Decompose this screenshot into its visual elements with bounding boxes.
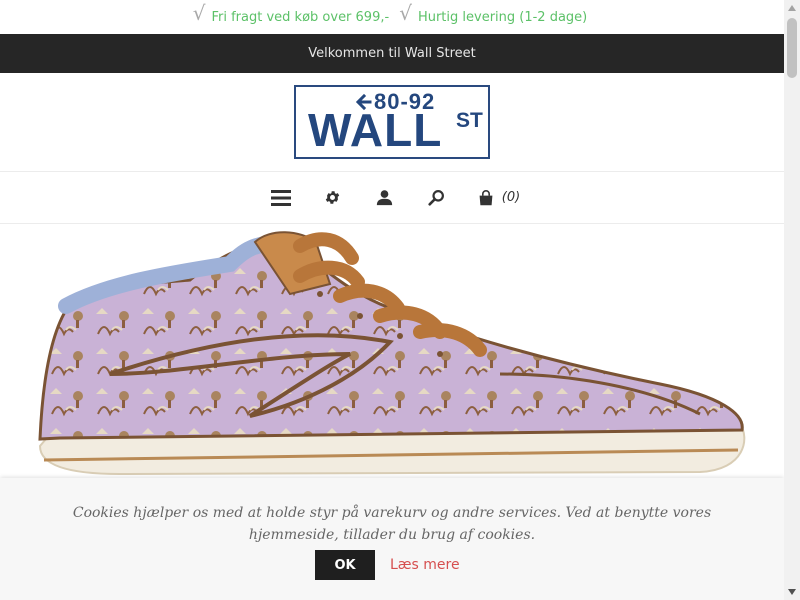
search-icon <box>428 190 445 206</box>
cookie-banner: Cookies hjælper os med at holde styr på … <box>0 478 784 600</box>
arrow-down-icon <box>788 589 796 595</box>
site-logo[interactable]: 80-92 WALL ST <box>294 85 490 159</box>
promo-fast-delivery: Hurtig levering (1-2 dage) <box>417 9 588 25</box>
welcome-bar: Velkommen til Wall Street <box>0 34 784 73</box>
search-button[interactable] <box>426 187 448 209</box>
hero-banner[interactable] <box>0 224 784 500</box>
menu-icon <box>270 189 291 206</box>
cart-count: (0) <box>501 190 521 205</box>
cookie-message: Cookies hjælper os med at holde styr på … <box>72 505 712 543</box>
check-icon: √ <box>192 1 206 25</box>
menu-button[interactable] <box>270 187 292 209</box>
settings-button[interactable] <box>322 187 344 209</box>
cart-button[interactable]: (0) <box>478 187 520 209</box>
scroll-thumb[interactable] <box>787 18 797 78</box>
header-logo-area: 80-92 WALL ST <box>0 73 784 172</box>
cookie-ok-button[interactable]: OK <box>315 550 375 580</box>
vertical-scrollbar[interactable] <box>784 0 800 600</box>
user-icon <box>377 190 393 206</box>
sneaker-image <box>38 231 746 476</box>
logo-wall: WALL <box>308 104 443 156</box>
account-button[interactable] <box>374 187 396 209</box>
cookie-actions: OK Læs mere <box>315 550 460 580</box>
cookie-read-more-link[interactable]: Læs mere <box>390 557 460 573</box>
scroll-up-button[interactable] <box>784 0 800 16</box>
scroll-down-button[interactable] <box>784 584 800 600</box>
cart-icon <box>479 189 493 205</box>
gear-icon <box>326 191 340 204</box>
welcome-text: Velkommen til Wall Street <box>308 46 476 61</box>
logo-suffix: ST <box>456 109 483 132</box>
promo-free-shipping: Fri fragt ved køb over 699,- <box>211 9 390 25</box>
page: √ Fri fragt ved køb over 699,- √ Hurtig … <box>0 0 784 600</box>
arrow-up-icon <box>788 5 796 11</box>
promo-bar: √ Fri fragt ved køb over 699,- √ Hurtig … <box>0 0 784 34</box>
icon-navbar: (0) <box>0 172 784 224</box>
check-icon: √ <box>399 1 412 25</box>
